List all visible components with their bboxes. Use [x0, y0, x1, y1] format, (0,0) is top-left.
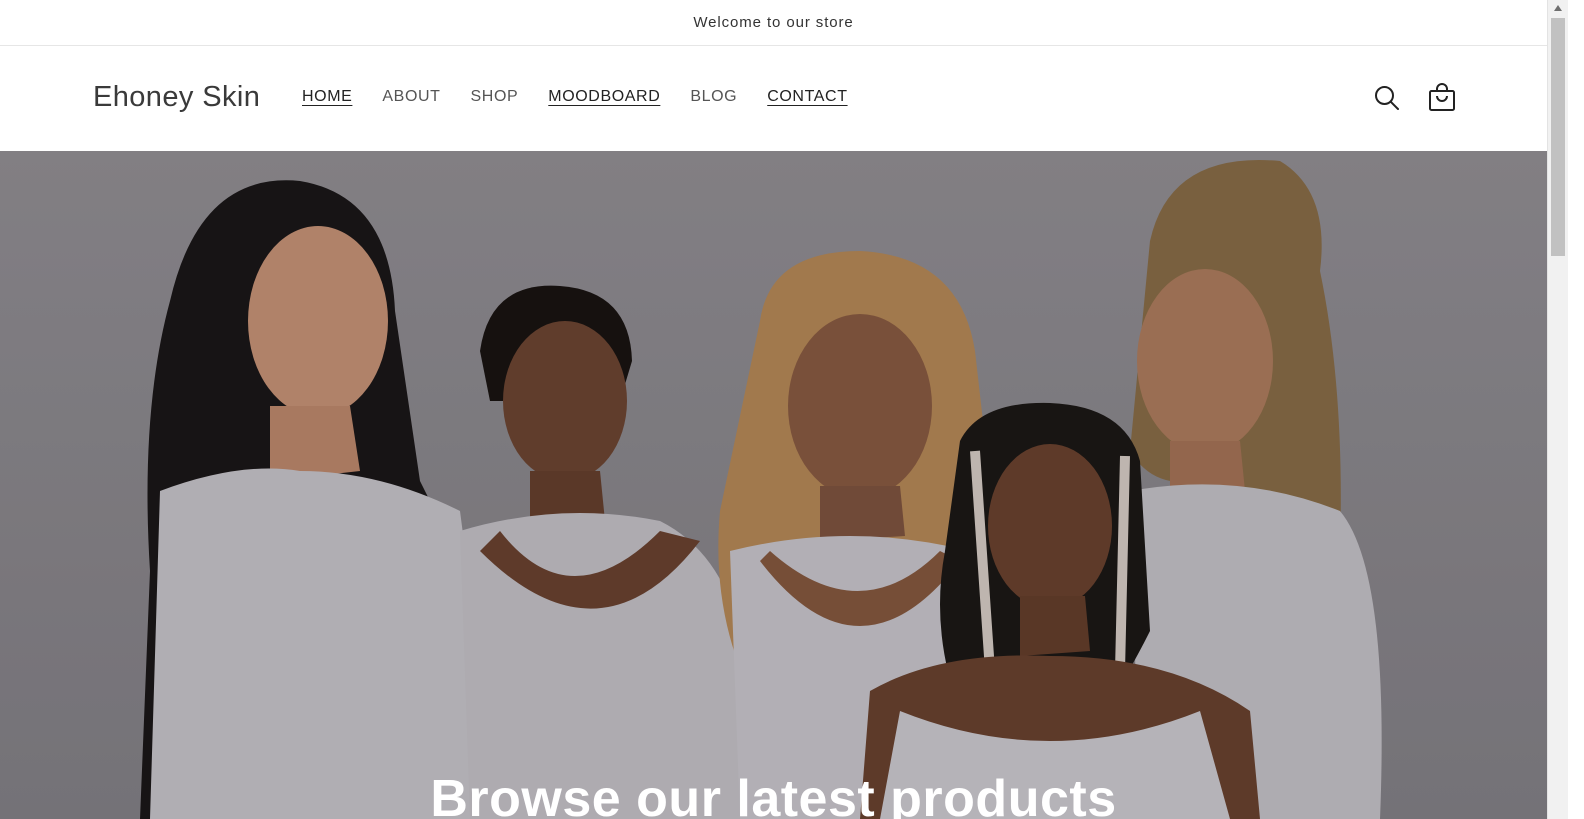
hero-heading: Browse our latest products: [430, 770, 1117, 819]
main-nav: HOME ABOUT SHOP MOODBOARD BLOG CONTACT: [302, 88, 848, 106]
nav-contact[interactable]: CONTACT: [767, 88, 847, 106]
site-header: Ehoney Skin HOME ABOUT SHOP MOODBOARD BL…: [0, 46, 1547, 151]
announcement-bar: Welcome to our store: [0, 0, 1547, 46]
scroll-up-arrow-icon[interactable]: [1554, 5, 1562, 11]
nav-home[interactable]: HOME: [302, 88, 352, 106]
store-logo[interactable]: Ehoney Skin: [93, 81, 260, 114]
scroll-thumb[interactable]: [1551, 18, 1565, 256]
nav-moodboard[interactable]: MOODBOARD: [548, 88, 660, 106]
nav-about[interactable]: ABOUT: [382, 88, 440, 106]
hero-banner: Browse our latest products: [0, 151, 1547, 819]
hero-overlay: [0, 151, 1547, 819]
page-scrollbar[interactable]: [1547, 0, 1568, 819]
page: Welcome to our store Ehoney Skin HOME AB…: [0, 0, 1584, 819]
cart-icon[interactable]: [1427, 83, 1457, 113]
announcement-text: Welcome to our store: [693, 14, 854, 31]
nav-shop[interactable]: SHOP: [471, 88, 519, 106]
search-icon[interactable]: [1372, 83, 1402, 113]
nav-blog[interactable]: BLOG: [690, 88, 737, 106]
